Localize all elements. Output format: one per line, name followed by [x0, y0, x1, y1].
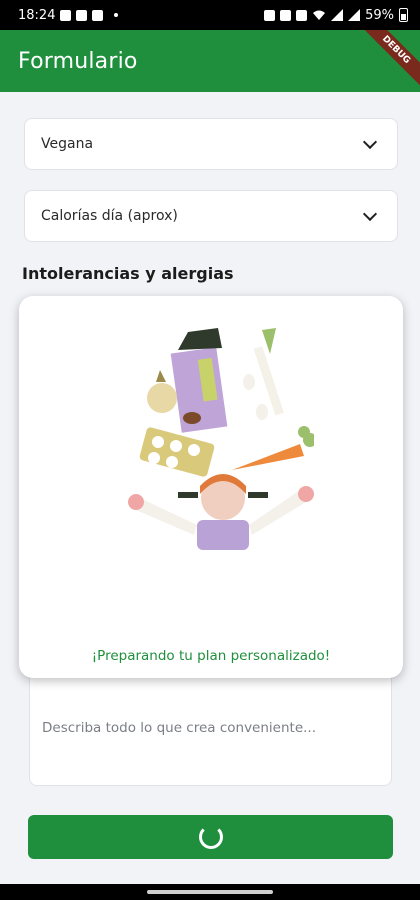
battery-percent: 59% [365, 7, 394, 23]
picture-icon [60, 9, 72, 21]
navigation-bar [0, 884, 420, 900]
chevron-down-icon [362, 134, 378, 149]
lock-icon [264, 9, 276, 21]
debug-banner: DEBUG [357, 30, 420, 89]
allergies-details-placeholder: Describa todo lo que crea conveniente... [42, 720, 317, 736]
submit-button[interactable] [28, 815, 393, 859]
status-left: 18:24 [18, 7, 119, 23]
battery-icon [399, 8, 408, 22]
app-bar-title: Formulario [18, 48, 138, 74]
allergies-details-field[interactable]: Describa todo lo que crea conveniente... [29, 678, 392, 786]
leek-icon [253, 328, 284, 416]
calories-dropdown-placeholder: Calorías día (aprox) [41, 208, 178, 224]
egg-tray-icon [139, 427, 215, 477]
allergies-section-title: Intolerancias y alergias [22, 264, 234, 283]
status-bar: 18:24 59% [0, 0, 420, 30]
carrot-icon [232, 426, 314, 470]
twitch-icon [92, 9, 104, 21]
diet-dropdown[interactable]: Vegana [24, 118, 398, 170]
home-gesture-handle[interactable] [147, 890, 273, 894]
signal-icon [331, 9, 344, 21]
chevron-down-icon [362, 206, 378, 221]
status-time: 18:24 [18, 7, 56, 23]
loading-dialog: ¡Preparando tu plan personalizado! [19, 296, 403, 678]
groceries-illustration [128, 328, 314, 550]
signal-icon-2 [348, 9, 361, 21]
loading-message: ¡Preparando tu plan personalizado! [91, 648, 331, 664]
girl-icon [128, 474, 314, 550]
calories-dropdown[interactable]: Calorías día (aprox) [24, 190, 398, 242]
notification-dot-icon [114, 13, 119, 17]
spinner-icon [198, 825, 223, 849]
mute-icon [296, 9, 308, 21]
onion-icon [147, 370, 177, 413]
youtube-icon [76, 9, 88, 21]
status-right: 59% [264, 8, 408, 23]
milk-carton-icon [170, 328, 228, 433]
diet-dropdown-value: Vegana [41, 136, 94, 152]
app-bar: Formulario DEBUG [0, 30, 420, 92]
vibrate-icon [280, 9, 292, 21]
wifi-icon [313, 10, 326, 20]
